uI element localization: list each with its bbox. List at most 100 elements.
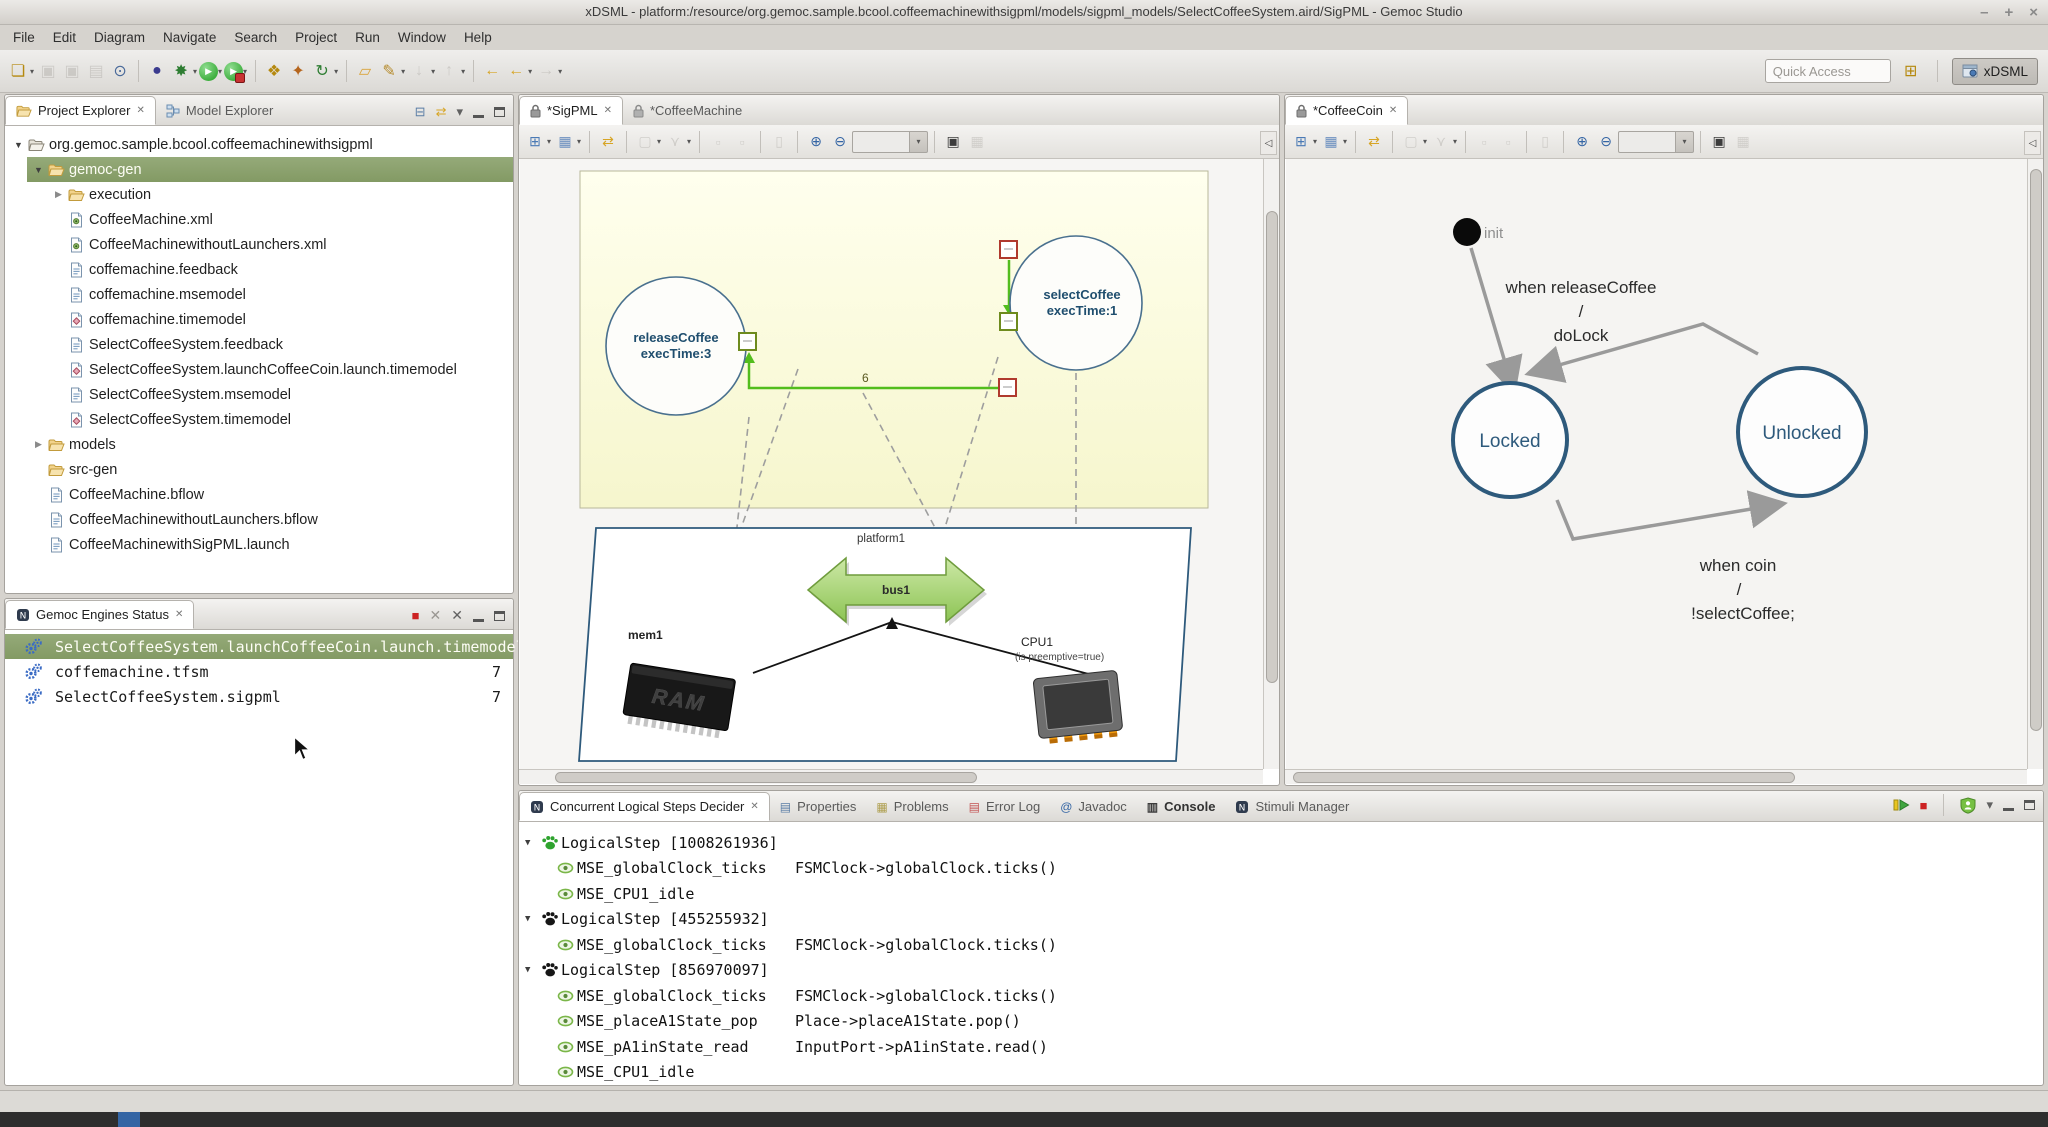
collapse-all-icon[interactable]: ⊟ bbox=[415, 104, 426, 120]
edge-label[interactable]: 6 bbox=[862, 371, 869, 385]
close-window-icon[interactable]: × bbox=[2029, 4, 2038, 21]
engine-row[interactable]: SelectCoffeeSystem.launchCoffeeCoin.laun… bbox=[5, 634, 513, 659]
remove-all-stopped-icon[interactable]: ✕ bbox=[451, 607, 463, 624]
paste-layout-icon[interactable]: ▯ bbox=[1534, 131, 1556, 153]
copy-appearance-icon[interactable]: ▢ bbox=[634, 131, 656, 153]
distribute-dropdown-icon[interactable]: ▾ bbox=[687, 137, 691, 146]
coffeecoin-canvas[interactable]: init when releaseCoffee / doLock Locked … bbox=[1286, 159, 2028, 769]
scrollbar-thumb[interactable] bbox=[1266, 211, 1278, 683]
arrange-all-icon[interactable]: ⊞ bbox=[524, 131, 546, 153]
tree-item[interactable]: ▶execution bbox=[5, 182, 513, 207]
refresh-diagram-icon[interactable]: ⇄ bbox=[597, 131, 619, 153]
scrollbar-thumb[interactable] bbox=[2030, 169, 2042, 731]
zoom-in-icon[interactable]: ⊕ bbox=[1571, 131, 1593, 153]
arrange-all-dropdown-icon[interactable]: ▾ bbox=[547, 137, 551, 146]
tab-coffeemachine[interactable]: *CoffeeMachine bbox=[623, 96, 752, 125]
tab-problems[interactable]: ▦Problems bbox=[866, 792, 958, 821]
mse-row[interactable]: MSE_pA1inState_readInputPort->pA1inState… bbox=[519, 1034, 2043, 1060]
tab-error-log[interactable]: ▤Error Log bbox=[959, 792, 1051, 821]
link-with-editor-icon[interactable]: ⇄ bbox=[436, 104, 447, 120]
open-resource-icon[interactable]: ▱ bbox=[354, 59, 376, 83]
expanded-arrow-icon[interactable]: ▼ bbox=[525, 838, 539, 848]
close-tab-icon[interactable]: ✕ bbox=[1389, 105, 1397, 116]
forward-history-icon[interactable]: → bbox=[535, 59, 557, 83]
tree-item[interactable]: SelectCoffeeSystem.feedback bbox=[5, 332, 513, 357]
minimize-view-icon[interactable] bbox=[473, 610, 484, 622]
close-tab-icon[interactable]: ✕ bbox=[175, 609, 183, 620]
menu-file[interactable]: File bbox=[4, 27, 44, 48]
arrange-all-icon[interactable]: ⊞ bbox=[1290, 131, 1312, 153]
engine-row[interactable]: coffemachine.tfsm7 bbox=[5, 659, 513, 684]
perspective-xdsml-button[interactable]: xDSML bbox=[1952, 58, 2038, 85]
back-history-dropdown-icon[interactable]: ▾ bbox=[528, 67, 532, 76]
cpu-chip-image[interactable] bbox=[1033, 670, 1123, 742]
tree-item[interactable]: CoffeeMachinewithSigPML.launch bbox=[5, 532, 513, 557]
layers-icon[interactable]: ▦ bbox=[966, 131, 988, 153]
previous-annotation-dropdown-icon[interactable]: ▾ bbox=[461, 67, 465, 76]
new-gemoc-project-icon[interactable]: ❖ bbox=[263, 59, 285, 83]
tree-item[interactable]: CoffeeMachinewithoutLaunchers.xml bbox=[5, 232, 513, 257]
menu-run[interactable]: Run bbox=[346, 27, 389, 48]
save-icon[interactable]: ▣ bbox=[37, 59, 59, 83]
select-mode-dropdown-icon[interactable]: ▾ bbox=[577, 137, 581, 146]
tab-model-explorer[interactable]: Model Explorer bbox=[156, 96, 283, 125]
tree-item[interactable]: coffemachine.msemodel bbox=[5, 282, 513, 307]
minimize-view-icon[interactable] bbox=[2003, 799, 2014, 811]
tab-concurrent-logical-steps-decider[interactable]: NConcurrent Logical Steps Decider✕ bbox=[519, 792, 770, 821]
collapsed-arrow-icon[interactable]: ▶ bbox=[31, 439, 46, 450]
scrollbar-thumb[interactable] bbox=[1293, 772, 1795, 783]
run-dropdown-icon[interactable]: ▾ bbox=[218, 67, 222, 76]
save-all-icon[interactable]: ▣ bbox=[61, 59, 83, 83]
copy-appearance-dropdown-icon[interactable]: ▾ bbox=[1423, 137, 1427, 146]
select-mode-icon[interactable]: ▦ bbox=[554, 131, 576, 153]
dropdown-icon[interactable]: ▾ bbox=[1986, 797, 1993, 813]
tree-item[interactable]: CoffeeMachine.bflow bbox=[5, 482, 513, 507]
maximize-view-icon[interactable] bbox=[494, 107, 505, 117]
distribute-icon[interactable]: ⋎ bbox=[1430, 131, 1452, 153]
logical-step-row[interactable]: ▼LogicalStep [1008261936] bbox=[519, 830, 2043, 856]
mse-row[interactable]: MSE_CPU1_idle bbox=[519, 881, 2043, 907]
stop-engine-icon[interactable]: ■ bbox=[412, 608, 420, 623]
next-annotation-icon[interactable]: ↓ bbox=[408, 59, 430, 83]
collapsed-arrow-icon[interactable]: ▶ bbox=[51, 189, 66, 200]
tree-item[interactable]: SelectCoffeeSystem.msemodel bbox=[5, 382, 513, 407]
tree-item[interactable]: src-gen bbox=[5, 457, 513, 482]
mse-row[interactable]: MSE_globalClock_ticksFSMClock->globalClo… bbox=[519, 932, 2043, 958]
tree-item[interactable]: SelectCoffeeSystem.timemodel bbox=[5, 407, 513, 432]
tree-item[interactable]: coffemachine.timemodel bbox=[5, 307, 513, 332]
print-icon[interactable]: ▤ bbox=[85, 59, 107, 83]
forward-history-dropdown-icon[interactable]: ▾ bbox=[558, 67, 562, 76]
run-icon[interactable]: ▶ bbox=[199, 62, 218, 81]
expanded-arrow-icon[interactable]: ▼ bbox=[525, 965, 539, 975]
scrollbar-thumb[interactable] bbox=[555, 772, 977, 783]
mse-row[interactable]: MSE_placeA1State_popPlace->placeA1State.… bbox=[519, 1009, 2043, 1035]
refresh-diagram-icon[interactable]: ⇄ bbox=[1363, 131, 1385, 153]
debug-icon[interactable]: ✸ bbox=[170, 59, 192, 83]
new-model-icon[interactable]: ✦ bbox=[287, 59, 309, 83]
distribute-icon[interactable]: ⋎ bbox=[664, 131, 686, 153]
maximize-window-icon[interactable]: + bbox=[2004, 4, 2013, 21]
zoom-in-icon[interactable]: ⊕ bbox=[805, 131, 827, 153]
logical-step-row[interactable]: ▼LogicalStep [455255932] bbox=[519, 907, 2043, 933]
mse-row[interactable]: MSE_globalClock_ticksFSMClock->globalClo… bbox=[519, 856, 2043, 882]
minimize-view-icon[interactable] bbox=[473, 106, 484, 118]
menu-edit[interactable]: Edit bbox=[44, 27, 85, 48]
layers-icon[interactable]: ▦ bbox=[1732, 131, 1754, 153]
zoom-combo-dropdown-icon[interactable]: ▾ bbox=[910, 131, 928, 153]
tree-item[interactable]: SelectCoffeeSystem.launchCoffeeCoin.laun… bbox=[5, 357, 513, 382]
sigpml-canvas[interactable]: 6 releaseCoffee execTime:3 selectCoffee … bbox=[520, 159, 1264, 769]
tree-item[interactable]: ▼org.gemoc.sample.bcool.coffeemachinewit… bbox=[5, 132, 513, 157]
external-tools-icon[interactable]: ● bbox=[146, 59, 168, 83]
copy-appearance-icon[interactable]: ▢ bbox=[1400, 131, 1422, 153]
menu-search[interactable]: Search bbox=[225, 27, 286, 48]
tree-item[interactable]: ▼gemoc-gen bbox=[5, 157, 513, 182]
show-hide-icon[interactable]: ▫ bbox=[731, 131, 753, 153]
next-annotation-dropdown-icon[interactable]: ▾ bbox=[431, 67, 435, 76]
expanded-arrow-icon[interactable]: ▼ bbox=[31, 165, 46, 175]
tab-javadoc[interactable]: @Javadoc bbox=[1050, 792, 1137, 821]
arrange-all-dropdown-icon[interactable]: ▾ bbox=[1313, 137, 1317, 146]
diagram-background[interactable] bbox=[1286, 159, 2028, 769]
new-wizard-icon[interactable]: ❏ bbox=[7, 59, 29, 83]
tree-item[interactable]: coffemachine.feedback bbox=[5, 257, 513, 282]
maximize-view-icon[interactable] bbox=[494, 611, 505, 621]
